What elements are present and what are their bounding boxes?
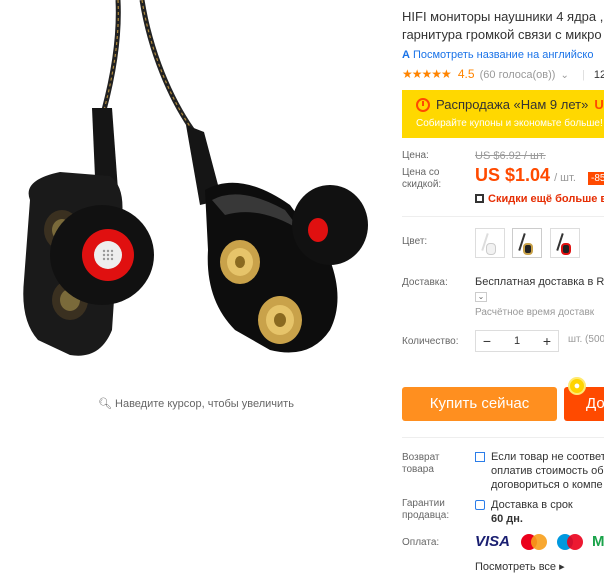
warranty-days: 60 дн.: [491, 513, 523, 525]
color-option-white[interactable]: [475, 228, 505, 258]
rating-votes: (60 голоса(ов)): [479, 69, 556, 81]
color-label: Цвет:: [402, 236, 428, 247]
product-title-line1: HIFI мониторы наушники 4 ядра ,: [402, 9, 604, 24]
chevron-down-icon: ⌄: [560, 70, 569, 81]
shipping-dropdown-chevron-icon[interactable]: ⌄: [475, 292, 487, 302]
discount-price-value: US $1.04: [475, 165, 551, 185]
product-rating[interactable]: ★★★★★ 4.5 (60 голоса(ов)) ⌄ | 127: [402, 67, 604, 81]
translate-title-link[interactable]: A Посмотреть название на английско: [402, 49, 593, 61]
quantity-minus-button[interactable]: −: [476, 331, 498, 351]
maestro-logo: [556, 533, 583, 550]
returns-line2: оплатив стоимость обр: [491, 465, 604, 477]
product-main-image[interactable]: [0, 0, 392, 392]
returns-label-line2: товара: [402, 464, 434, 475]
delivery-clock-icon: [475, 500, 485, 510]
color-option-black-gold[interactable]: [512, 228, 543, 258]
returns-label: Возврат товара: [402, 452, 440, 476]
visa-logo: VISA: [475, 533, 511, 550]
promo-title-tail: US: [594, 97, 604, 112]
product-title-line2: гарнитура громкой связи с микро: [402, 27, 602, 42]
coupons-link[interactable]: Скидки ещё больше в п: [475, 193, 604, 205]
rating-separator: |: [581, 69, 585, 81]
earphones-illustration: [23, 0, 368, 356]
discount-price-label-line1: Цена со: [402, 167, 440, 178]
discount-price: US $1.04/ шт.: [475, 165, 576, 186]
zoom-hint: 🔍︎ Наведите курсор, чтобы увеличить: [0, 397, 392, 410]
rating-score: 4.5: [457, 67, 475, 81]
rating-stars-icon: ★★★★★: [402, 67, 452, 81]
product-info-panel: HIFI мониторы наушники 4 ядра , гарнитур…: [392, 0, 604, 575]
earphone-black-red-icon: [560, 243, 571, 255]
view-all-payments-text: Посмотреть все: [475, 561, 557, 573]
payment-methods: VISA M: [475, 533, 604, 550]
sale-promo-banner[interactable]: Распродажа «Нам 9 лет» US Собирайте купон…: [402, 90, 604, 138]
zoom-hint-text: Наведите курсор, чтобы увеличить: [115, 398, 294, 410]
returns-text: Если товар не соответ оплатив стоимость …: [491, 450, 604, 492]
promo-title: Распродажа «Нам 9 лет» US: [436, 97, 604, 112]
promo-subtitle: Собирайте купоны и экономьте больше!: [416, 118, 603, 129]
color-option-black-red[interactable]: [549, 228, 580, 258]
coupons-link-text: Скидки ещё больше в п: [488, 193, 604, 205]
quantity-plus-button[interactable]: +: [536, 331, 558, 351]
delivery-time: Расчётное время доставк: [475, 307, 595, 318]
magnifier-icon: 🔍︎: [98, 398, 113, 410]
quantity-label: Количество:: [402, 336, 459, 347]
divider: [402, 216, 604, 217]
product-title: HIFI мониторы наушники 4 ядра , гарнитур…: [402, 8, 604, 44]
quantity-available-note: шт. (500: [568, 334, 604, 345]
warranty-label-line1: Гарантии: [402, 498, 445, 509]
shipping-method: Бесплатная доставка в R: [475, 276, 604, 288]
shipping-label: Доставка:: [402, 277, 448, 288]
payment-label: Оплата:: [402, 537, 440, 548]
product-gallery: 🔍︎ Наведите курсор, чтобы увеличить: [0, 0, 392, 420]
view-all-payments-link[interactable]: Посмотреть все ▸: [475, 560, 565, 573]
chevron-right-icon: ▸: [559, 561, 565, 573]
discount-price-label-line2: скидкой:: [402, 179, 442, 190]
returns-line3: договориться о компе: [491, 479, 603, 491]
earphone-black-gold-icon: [523, 243, 534, 255]
clock-icon: [416, 98, 430, 112]
qr-code-icon: [475, 194, 484, 203]
price-label: Цена:: [402, 150, 429, 161]
returns-line1: Если товар не соответ: [491, 451, 604, 463]
warranty-label-line2: продавца:: [402, 510, 450, 521]
promo-title-text: Распродажа «Нам 9 лет»: [436, 97, 589, 112]
translate-link-text: Посмотреть название на английско: [412, 49, 594, 61]
discount-badge: -85: [588, 172, 604, 185]
quantity-stepper: − 1 +: [475, 330, 559, 352]
coin-icon: ●: [568, 377, 586, 395]
return-shield-icon: [475, 452, 485, 462]
price-per-unit: / шт.: [554, 172, 576, 184]
earphone-white-icon: [486, 243, 496, 255]
payment-extra-logo: M: [592, 533, 604, 550]
quantity-input[interactable]: 1: [498, 335, 536, 347]
warranty-label: Гарантии продавца:: [402, 498, 449, 522]
mastercard-logo: [521, 533, 548, 550]
color-options: [475, 228, 584, 258]
returns-label-line1: Возврат: [402, 452, 440, 463]
old-price: US $6.92 / шт.: [475, 150, 546, 162]
divider: [402, 437, 604, 438]
translate-icon: A: [402, 49, 410, 61]
buy-now-button[interactable]: Купить сейчас: [402, 387, 557, 421]
orders-count: 127: [593, 69, 604, 81]
warranty-text: Доставка в срок: [491, 499, 573, 511]
discount-price-label: Цена со скидкой:: [402, 167, 441, 191]
